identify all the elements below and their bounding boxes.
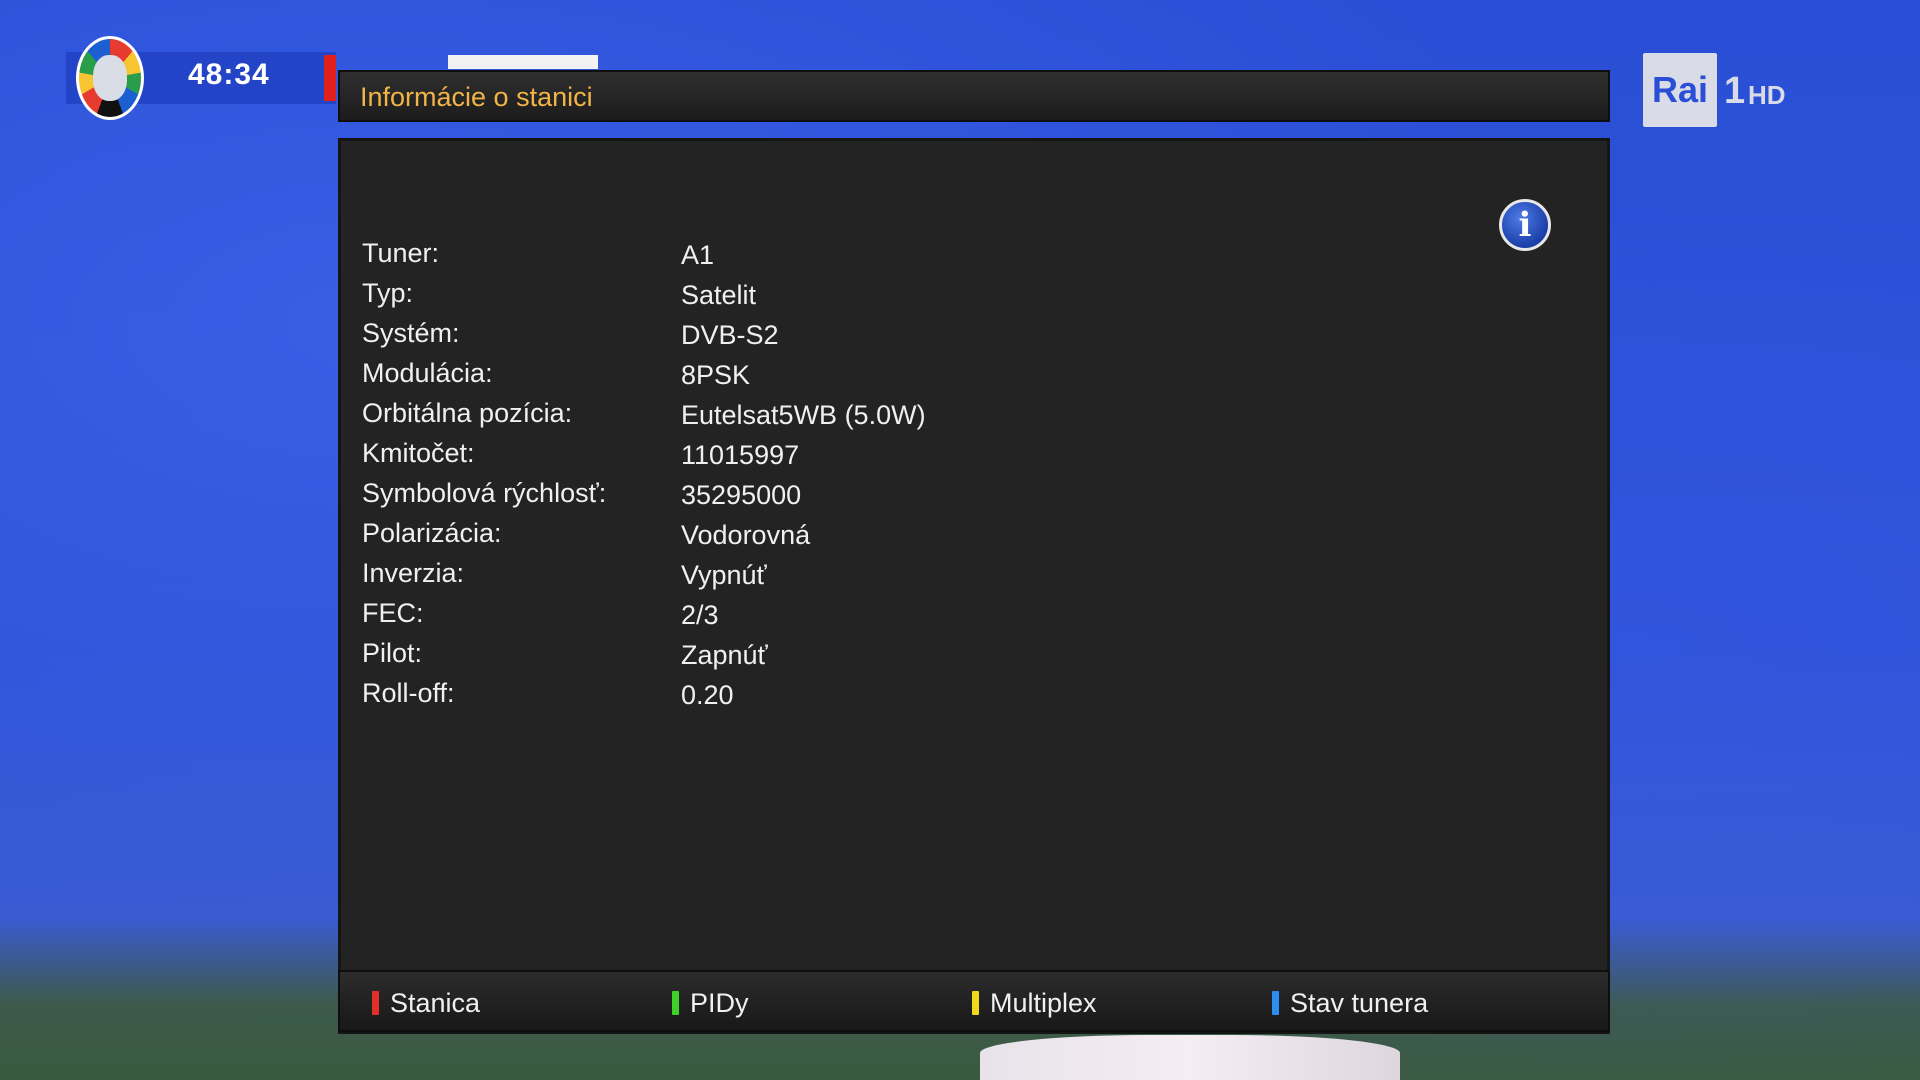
green-button-pids[interactable]: PIDy [672,986,749,1020]
channel-hd-badge: HD [1748,80,1786,110]
match-clock: 48:34 [188,58,270,91]
info-value: Zapnúť [681,640,768,670]
info-value: 11015997 [681,440,800,470]
info-label: Roll-off: [362,678,455,708]
dialog-title: Informácie o stanici [360,82,593,112]
info-value: Vodorovná [681,520,811,550]
score-strip [448,55,598,69]
info-label: Systém: [362,318,460,348]
yellow-button-label: Multiplex [990,987,1097,1018]
info-label: Polarizácia: [362,518,502,548]
blue-key-marker [1272,991,1279,1015]
info-icon: i [1499,199,1551,251]
info-panel: Tuner: A1 Typ: Satelit Systém: DVB-S2 Mo… [338,138,1610,1034]
info-value: Vypnúť [681,560,767,590]
dialog-title-bar: Informácie o stanici [338,70,1610,122]
background-player [980,1035,1400,1080]
info-value: DVB-S2 [681,320,779,350]
red-button-station[interactable]: Stanica [372,986,480,1020]
green-key-marker [672,991,679,1015]
info-value: 0.20 [681,680,734,710]
info-value: 8PSK [681,360,751,390]
info-label: Tuner: [362,238,440,268]
channel-logo: Rai [1643,53,1717,127]
info-label: Orbitálna pozícia: [362,398,573,428]
red-button-label: Stanica [390,987,481,1018]
info-label: Symbolová rýchlosť: [362,478,607,508]
info-label: Kmitočet: [362,438,475,468]
station-info-dialog: Informácie o stanici Tuner: A1 Typ: Sate… [338,70,1610,1034]
tournament-logo [76,36,144,120]
green-button-label: PIDy [690,987,749,1018]
channel-logo-text: Rai [1651,69,1709,110]
info-value: 35295000 [681,480,802,510]
yellow-button-multiplex[interactable]: Multiplex [972,986,1097,1020]
info-value: A1 [681,240,715,270]
info-label: Modulácia: [362,358,493,388]
info-label: Inverzia: [362,558,465,588]
yellow-key-marker [972,991,979,1015]
blue-button-label: Stav tunera [1290,987,1429,1018]
info-value: 2/3 [681,600,719,630]
info-label: FEC: [362,598,424,628]
channel-number: 1 [1724,70,1746,112]
red-key-marker [372,991,379,1015]
trophy-icon [93,55,127,101]
info-label: Pilot: [362,638,423,668]
blue-button-tuner-status[interactable]: Stav tunera [1272,986,1428,1020]
info-value: Satelit [681,280,757,310]
info-label: Typ: [362,278,414,308]
info-value: Eutelsat5WB (5.0W) [681,400,926,430]
team-color-marker [324,55,336,101]
color-key-bar: Stanica PIDy Multiplex Stav tunera [338,970,1610,1032]
